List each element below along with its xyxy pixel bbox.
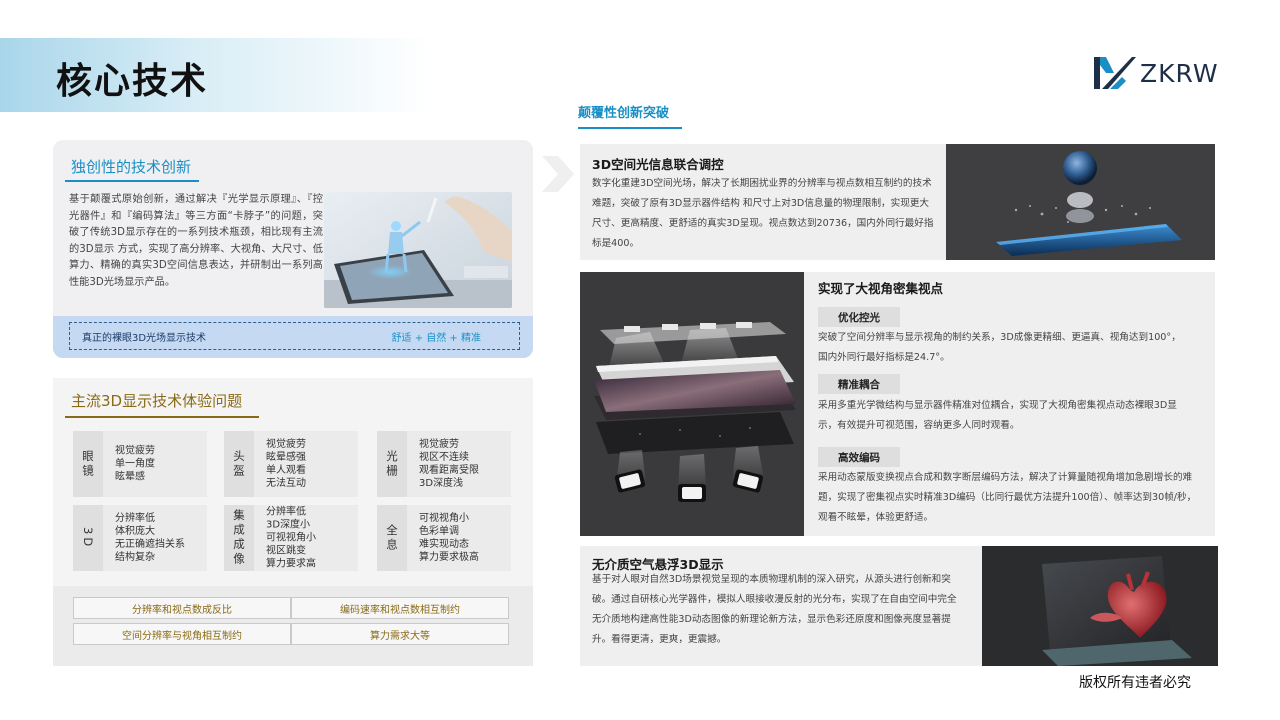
problem-cell: 全息 可视视角小 色彩单调 难实现动态 算力要求极高 bbox=[377, 505, 511, 571]
exploded-layers-image bbox=[580, 272, 804, 536]
wide-view-card: 实现了大视角密集视点 优化控光 突破了空间分辨率与显示视角的制约关系，3D成像更… bbox=[804, 272, 1215, 536]
tagline-box: 真正的裸眼3D光场显示技术 舒适 + 自然 + 精准 bbox=[69, 322, 520, 350]
problem-cell: 3D 分辨率低 体积庞大 无正确遮挡关系 结构复杂 bbox=[73, 505, 207, 571]
lightfield-title: 3D空间光信息联合调控 bbox=[592, 157, 724, 172]
floating-heart-image bbox=[982, 546, 1218, 666]
problem-key: 眼镜 bbox=[81, 449, 95, 479]
chevron-right-icon bbox=[542, 156, 574, 192]
problem-cell: 集成成像 分辨率低 3D深度小 可视视角小 视区跳变 算力要求高 bbox=[224, 505, 358, 571]
logo-text: ZKRW bbox=[1140, 58, 1219, 88]
problem-value: 分辨率低 体积庞大 无正确遮挡关系 结构复杂 bbox=[115, 513, 185, 563]
precise-coupling-body: 采用多重光学微结构与显示器件精准对位耦合，实现了大视角密集视点动态裸眼3D显示，… bbox=[818, 400, 1177, 431]
tag-optimized-light: 优化控光 bbox=[818, 307, 900, 327]
innovation-title: 独创性的技术创新 bbox=[71, 158, 192, 176]
problem-cell: 光栅 视觉疲劳 视区不连续 观看距离受限 3D深度浅 bbox=[377, 431, 511, 497]
problem-value: 视觉疲劳 眩晕感强 单人观看 无法互动 bbox=[266, 439, 306, 489]
problem-cell: 头盔 视觉疲劳 眩晕感强 单人观看 无法互动 bbox=[224, 431, 358, 497]
problems-title: 主流3D显示技术体验问题 bbox=[71, 392, 243, 410]
air-floating-body: 基于对人眼对自然3D场景视觉呈现的本质物理机制的深入研究，从源头进行创新和突破。… bbox=[592, 574, 957, 645]
tagline-left: 真正的裸眼3D光场显示技术 bbox=[82, 332, 207, 344]
page-title: 核心技术 bbox=[56, 61, 209, 102]
copyright-notice: 版权所有违者必究 bbox=[1079, 675, 1191, 691]
problem-value: 视觉疲劳 单一角度 眩晕感 bbox=[115, 445, 155, 483]
zkrw-logo-icon bbox=[1094, 57, 1136, 89]
problem-value: 分辨率低 3D深度小 可视视角小 视区跳变 算力要求高 bbox=[266, 506, 316, 570]
issue-item: 空间分辨率与视角相互制约 bbox=[73, 623, 291, 645]
problems-panel: 主流3D显示技术体验问题 眼镜 视觉疲劳 单一角度 眩晕感 头盔 视觉疲劳 眩晕… bbox=[53, 378, 533, 666]
tagline-right: 舒适 + 自然 + 精准 bbox=[391, 332, 481, 344]
right-section-heading: 颠覆性创新突破 bbox=[578, 106, 670, 121]
innovation-panel: 独创性的技术创新 基于颠覆式原始创新，通过解决『光学显示原理』、『控光器件』和『… bbox=[53, 140, 533, 358]
issue-item: 分辨率和视点数成反比 bbox=[73, 597, 291, 619]
air-floating-card: 无介质空气悬浮3D显示 基于对人眼对自然3D场景视觉呈现的本质物理机制的深入研究… bbox=[580, 546, 982, 666]
heading-underline bbox=[578, 127, 682, 129]
slide: 核心技术 ZKRW 颠覆性创新突破 独创性的技术创新 基于颠覆式原始创新，通过解… bbox=[0, 0, 1280, 720]
problem-value: 可视视角小 色彩单调 难实现动态 算力要求极高 bbox=[419, 513, 479, 563]
problem-value: 视觉疲劳 视区不连续 观看距离受限 3D深度浅 bbox=[419, 439, 479, 489]
efficient-encoding-body: 采用动态蒙版变换视点合成和数字断层编码方法，解决了计算量随视角增加急剧增长的难题… bbox=[818, 472, 1197, 523]
innovation-underline bbox=[65, 180, 199, 182]
hologram-tablet-photo bbox=[324, 192, 512, 308]
problem-key: 3D bbox=[81, 526, 95, 550]
lightfield-body: 数字化重建3D空间光场，解决了长期困扰业界的分辨率与视点数相互制约的技术难题，突… bbox=[592, 178, 934, 249]
problem-key: 头盔 bbox=[232, 449, 246, 479]
tag-efficient-encoding: 高效编码 bbox=[818, 447, 900, 467]
innovation-body: 基于颠覆式原始创新，通过解决『光学显示原理』、『控光器件』和『编码算法』等三方面… bbox=[69, 194, 323, 288]
earth-hologram-image bbox=[946, 144, 1215, 260]
problem-key: 全息 bbox=[385, 523, 399, 553]
tag-precise-coupling: 精准耦合 bbox=[818, 374, 900, 394]
company-logo: ZKRW bbox=[1092, 52, 1222, 94]
wide-view-title: 实现了大视角密集视点 bbox=[818, 281, 944, 296]
issue-item: 算力需求大等 bbox=[291, 623, 509, 645]
problem-cell: 眼镜 视觉疲劳 单一角度 眩晕感 bbox=[73, 431, 207, 497]
issue-item: 编码速率和视点数相互制约 bbox=[291, 597, 509, 619]
problem-key: 集成成像 bbox=[232, 509, 246, 567]
optimized-light-body: 突破了空间分辨率与显示视角的制约关系，3D成像更精细、更逼真、视角达到100°，… bbox=[818, 332, 1181, 363]
problems-underline bbox=[65, 416, 259, 418]
problem-key: 光栅 bbox=[385, 449, 399, 479]
